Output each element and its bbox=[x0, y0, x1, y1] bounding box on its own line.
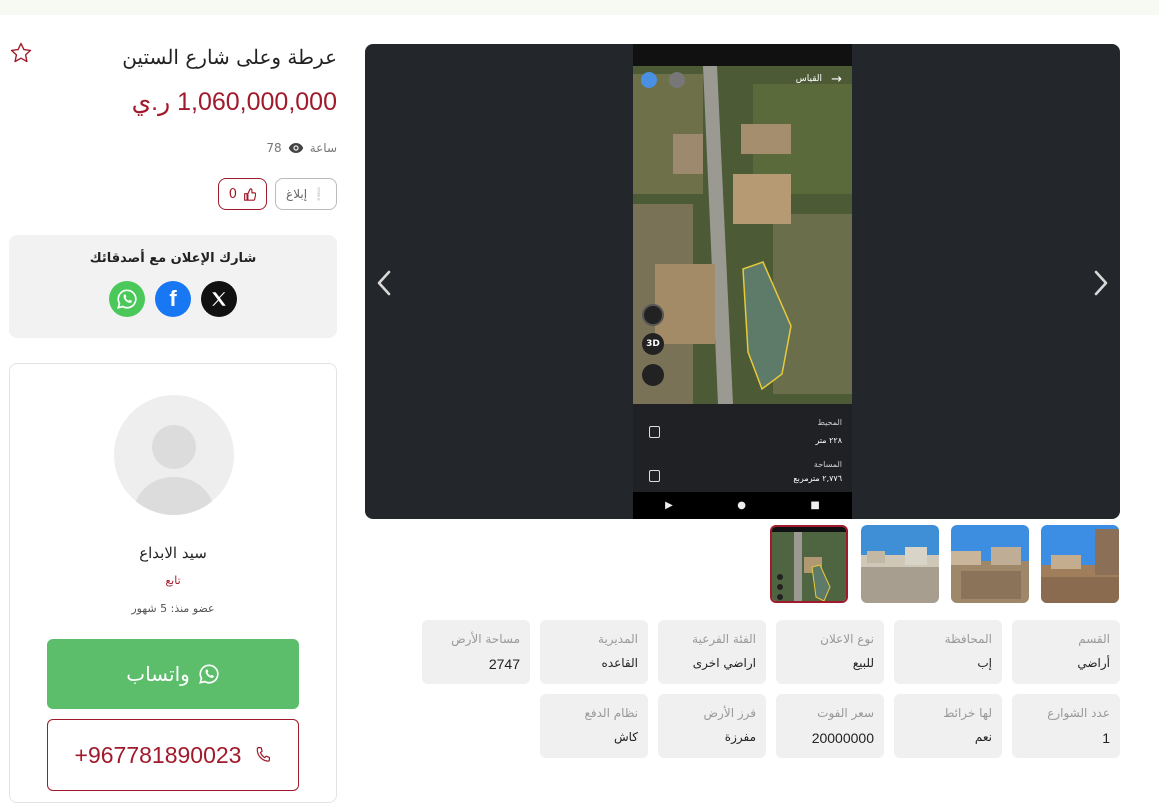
main-image: → القياس 3D المحيط ٢٢٨ متر المساحة ٢,٧٧٦… bbox=[633, 44, 852, 519]
spec-land-sorting: فرز الأرض مفرزة bbox=[658, 694, 766, 758]
phone-icon bbox=[257, 746, 271, 762]
thumbnail-strip bbox=[770, 525, 1120, 605]
locate-icon bbox=[642, 304, 664, 326]
seller-card: سيد الابداع تابع عضو منذ: 5 شهور واتساب … bbox=[9, 363, 337, 803]
like-button[interactable]: 0 bbox=[217, 178, 268, 210]
measurement-panel: المحيط ٢٢٨ متر المساحة ٢,٧٧٦ مترمربع bbox=[633, 404, 852, 492]
perimeter-label: المحيط bbox=[817, 418, 842, 427]
area-value: ٢,٧٧٦ مترمربع bbox=[793, 474, 842, 483]
spec-land-area: مساحة الأرض 2747 bbox=[422, 620, 530, 684]
eye-icon bbox=[288, 143, 303, 153]
spec-streets: عدد الشوارع 1 bbox=[1012, 694, 1120, 758]
listing-page: عرطة وعلى شارع الستين 1,060,000,000 ر.ي … bbox=[0, 15, 1159, 803]
listing-price: 1,060,000,000 ر.ي bbox=[131, 88, 337, 116]
top-strip bbox=[0, 0, 1159, 15]
whatsapp-icon[interactable] bbox=[109, 281, 145, 317]
badge-3d: 3D bbox=[642, 333, 664, 355]
thumbnail-3[interactable] bbox=[951, 525, 1029, 603]
back-arrow-icon: → bbox=[831, 72, 842, 87]
report-button[interactable]: ❕ إبلاغ bbox=[275, 178, 337, 210]
time-label: ساعة bbox=[309, 141, 337, 155]
like-count: 0 bbox=[228, 186, 238, 202]
compass-icon bbox=[642, 364, 664, 386]
refresh-icon bbox=[641, 72, 657, 88]
home-icon: ● bbox=[737, 500, 746, 511]
listing-actions: ❕ إبلاغ 0 bbox=[217, 178, 337, 210]
square-icon: ■ bbox=[810, 500, 820, 511]
phone-status-bar bbox=[633, 44, 852, 66]
share-box: شارك الإعلان مع أصدقائك f bbox=[9, 235, 337, 338]
thumbnail-2[interactable] bbox=[861, 525, 939, 603]
phone-nav-bar: ▶ ● ■ bbox=[633, 492, 852, 519]
spec-ad-type: نوع الاعلان للبيع bbox=[776, 620, 884, 684]
thumbnail-1[interactable] bbox=[770, 525, 848, 603]
spec-subcategory: الفئة الفرعية اراضي اخرى bbox=[658, 620, 766, 684]
whatsapp-button[interactable]: واتساب bbox=[47, 639, 299, 709]
share-title: شارك الإعلان مع أصدقائك bbox=[89, 251, 257, 266]
area-label: المساحة bbox=[813, 460, 842, 469]
follow-link[interactable]: تابع bbox=[10, 574, 336, 587]
spec-has-maps: لها خرائط نعم bbox=[894, 694, 1002, 758]
chevron-right-icon[interactable] bbox=[1088, 268, 1112, 298]
listing-meta: ساعة 78 bbox=[266, 141, 337, 155]
image-gallery: → القياس 3D المحيط ٢٢٨ متر المساحة ٢,٧٧٦… bbox=[365, 44, 1120, 519]
phone-number: +967781890023 bbox=[74, 741, 242, 768]
share-icons: f bbox=[9, 281, 337, 317]
copy-icon bbox=[649, 470, 660, 482]
thumbs-up-icon bbox=[244, 187, 257, 201]
views-count: 78 bbox=[266, 141, 282, 155]
measure-label: القياس bbox=[795, 74, 822, 84]
seller-name: سيد الابداع bbox=[139, 544, 207, 562]
play-icon: ▶ bbox=[665, 500, 673, 511]
whatsapp-label: واتساب bbox=[126, 662, 190, 686]
spec-payment-system: نظام الدفع كاش bbox=[540, 694, 648, 758]
whatsapp-icon bbox=[198, 664, 219, 684]
star-icon[interactable] bbox=[9, 41, 33, 65]
listing-title: عرطة وعلى شارع الستين bbox=[122, 45, 337, 69]
seller-avatar bbox=[114, 395, 234, 515]
chevron-left-icon[interactable] bbox=[373, 268, 397, 298]
x-icon[interactable] bbox=[201, 281, 237, 317]
spec-price-per-foot: سعر الفوت 20000000 bbox=[776, 694, 884, 758]
phone-button[interactable]: +967781890023 bbox=[47, 719, 299, 791]
spec-governorate: المحافظة إب bbox=[894, 620, 1002, 684]
copy-icon bbox=[649, 426, 660, 438]
report-label: إبلاغ bbox=[286, 187, 308, 201]
member-since: عضو منذ: 5 شهور bbox=[131, 602, 215, 615]
perimeter-value: ٢٢٨ متر bbox=[815, 436, 842, 445]
thumbnail-4[interactable] bbox=[1041, 525, 1119, 603]
facebook-icon[interactable]: f bbox=[155, 281, 191, 317]
alert-icon: ❕ bbox=[311, 187, 326, 201]
spec-district: المديرية القاعده bbox=[540, 620, 648, 684]
undo-icon bbox=[669, 72, 685, 88]
spec-category: القسم أراضي bbox=[1012, 620, 1120, 684]
